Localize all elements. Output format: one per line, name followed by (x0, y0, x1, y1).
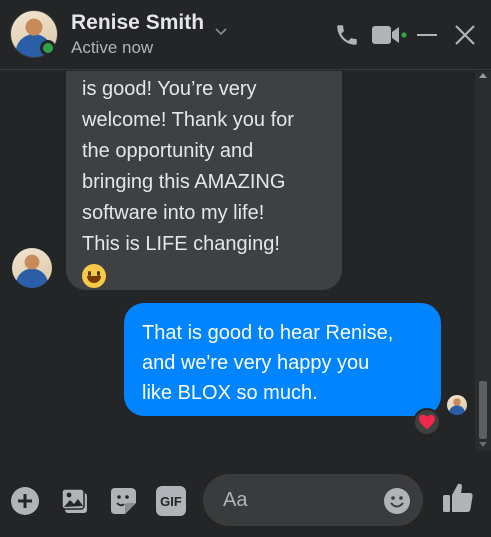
message-thread: is good! You’re very welcome! Thank you … (0, 71, 474, 451)
message-line: This is LIFE changing! (82, 233, 280, 255)
message-line: and we're very happy you (142, 352, 370, 374)
chevron-down-icon[interactable] (213, 26, 229, 38)
contact-name[interactable]: Renise Smith (71, 11, 204, 35)
scrollbar[interactable] (475, 71, 491, 451)
message-input[interactable]: Aa (203, 474, 423, 526)
message-line: bringing this AMAZING (82, 171, 286, 193)
sender-avatar[interactable] (12, 248, 52, 288)
online-status-dot (40, 40, 56, 56)
message-input-placeholder: Aa (223, 489, 248, 511)
phone-icon[interactable] (334, 22, 360, 48)
message-line: is good! You’re very (82, 78, 257, 100)
outgoing-message-bubble[interactable]: That is good to hear Renise, and we're v… (124, 303, 441, 416)
sticker-icon[interactable] (108, 486, 138, 516)
photo-icon[interactable] (60, 486, 90, 516)
contact-status: Active now (71, 38, 154, 57)
gif-icon[interactable]: GIF (156, 486, 186, 516)
chat-header: Renise Smith Active now (0, 0, 491, 70)
video-icon[interactable] (370, 22, 410, 48)
message-line: welcome! Thank you for (82, 109, 294, 131)
emoji-icon[interactable] (383, 487, 411, 515)
seen-avatar (447, 395, 467, 415)
gif-label: GIF (160, 493, 182, 509)
message-line: That is good to hear Renise, (142, 322, 394, 344)
thumbs-up-icon[interactable] (441, 481, 475, 515)
message-line: like BLOX so much. (142, 382, 318, 404)
minimize-icon[interactable] (415, 22, 439, 48)
incoming-message-bubble[interactable]: is good! You’re very welcome! Thank you … (66, 71, 342, 290)
heart-icon (419, 414, 435, 430)
scroll-thumb[interactable] (479, 381, 487, 439)
scroll-down-arrow[interactable] (479, 442, 487, 447)
grinning-face-emoji (82, 264, 106, 288)
heart-reaction[interactable] (413, 408, 441, 436)
scroll-up-arrow[interactable] (479, 73, 487, 78)
close-icon[interactable] (453, 22, 477, 48)
message-line: software into my life! (82, 202, 265, 224)
plus-icon[interactable] (10, 486, 40, 516)
message-line: the opportunity and (82, 140, 254, 162)
